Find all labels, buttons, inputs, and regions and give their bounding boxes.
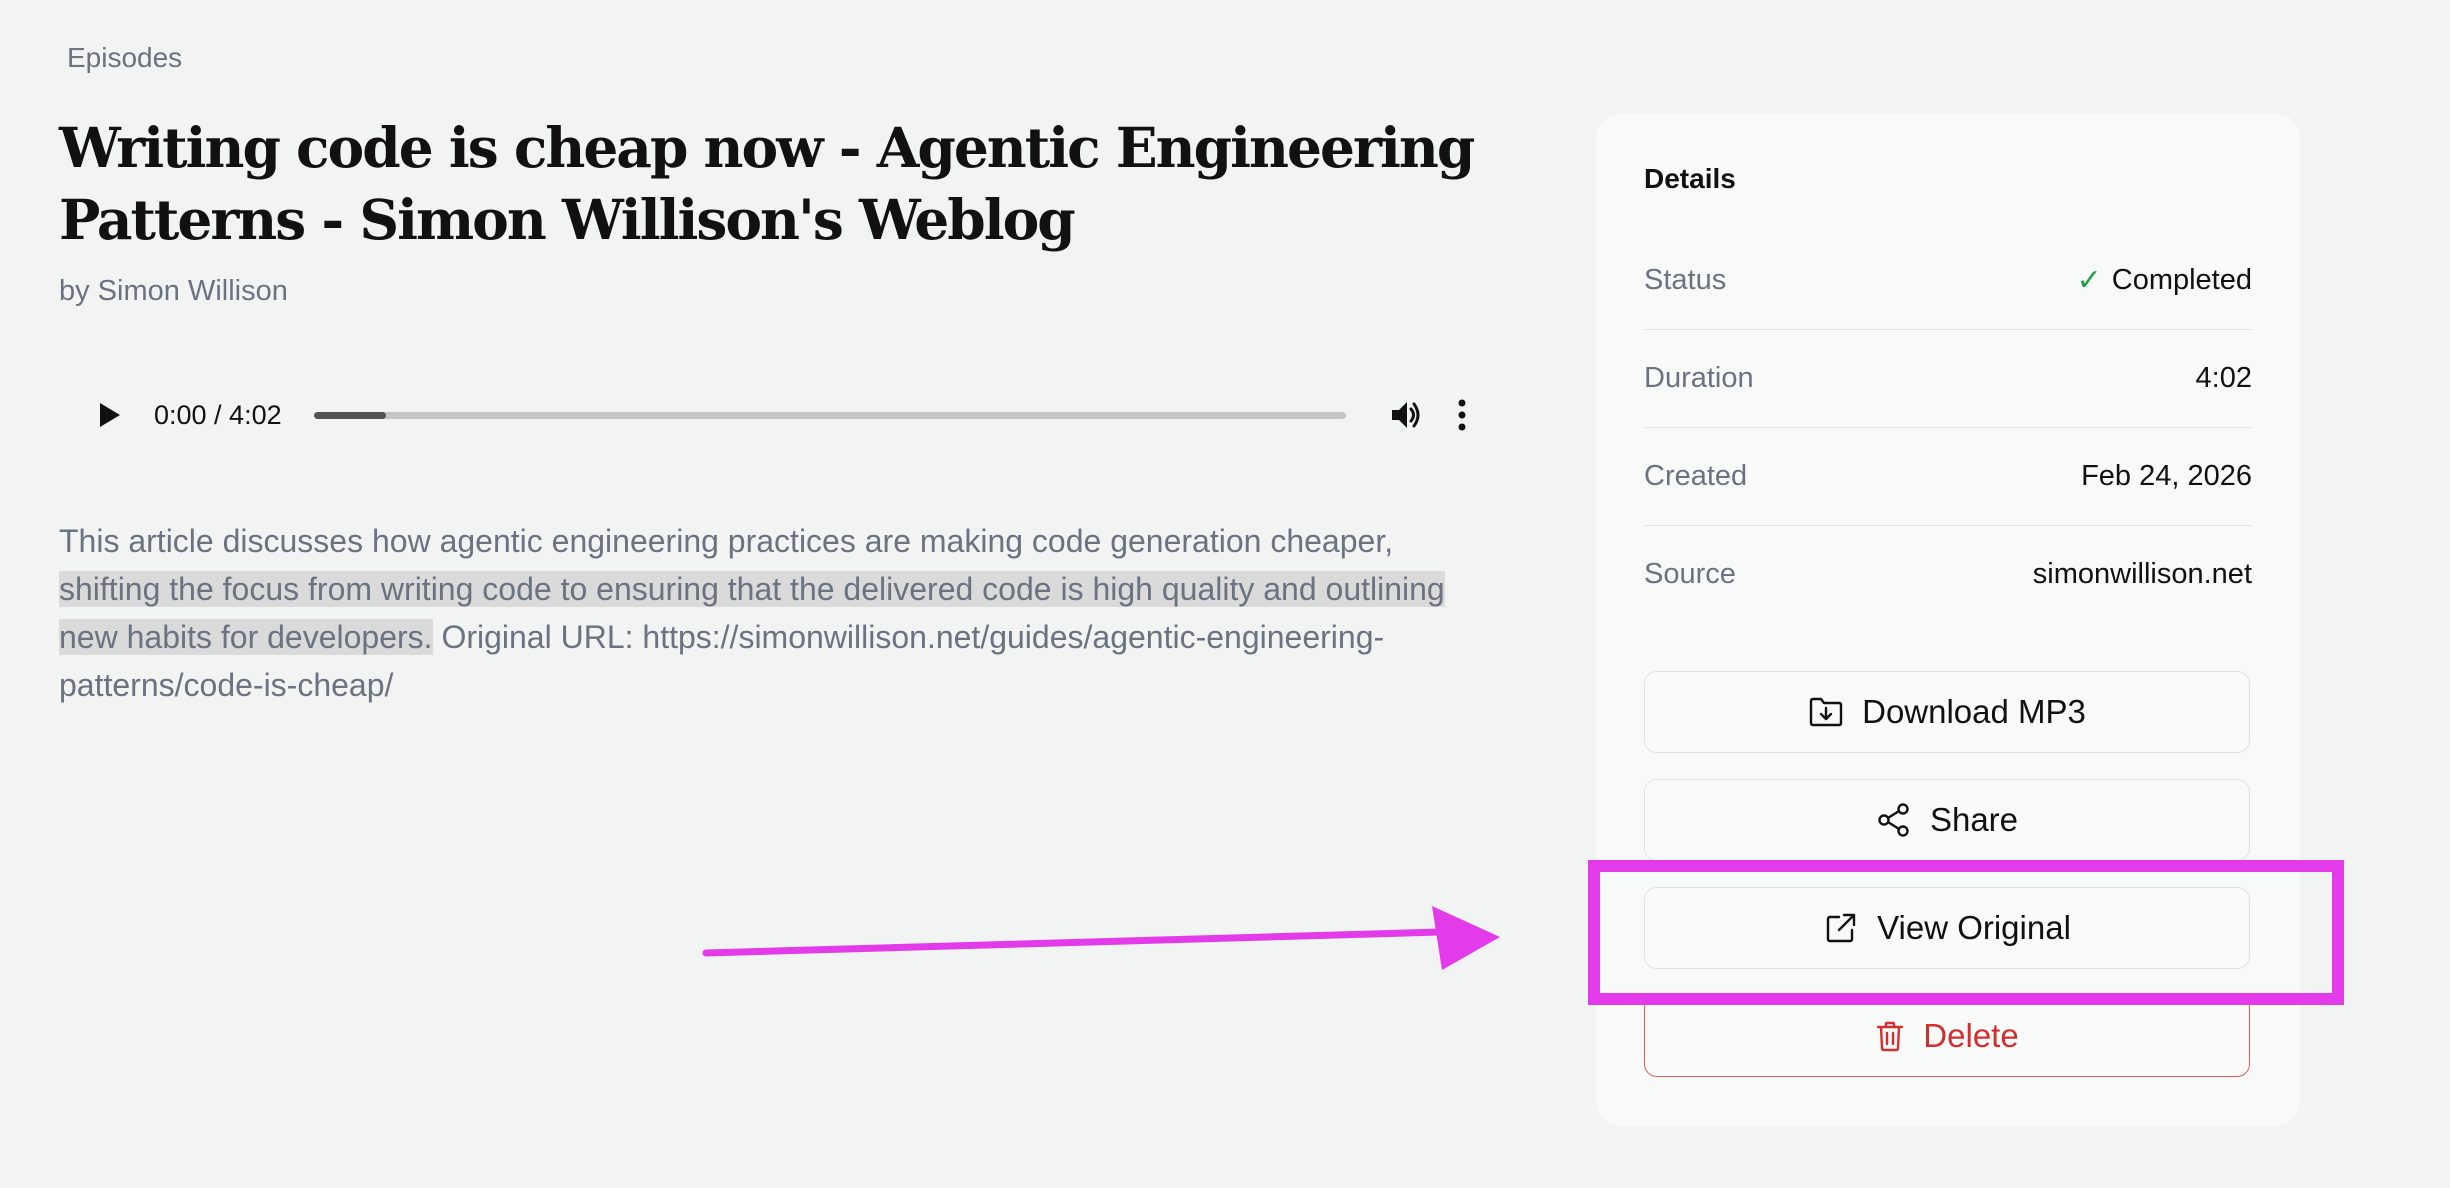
status-value: ✓ Completed [2077,263,2252,298]
delete-button[interactable]: Delete [1644,995,2250,1077]
volume-button[interactable] [1376,385,1436,445]
details-key: Source [1644,557,1736,590]
more-vertical-icon [1458,399,1466,431]
duration-value: 4:02 [2195,361,2252,394]
download-folder-icon [1809,697,1843,727]
audio-player: 0:00 / 4:02 [75,380,1515,450]
view-original-label: View Original [1877,909,2071,946]
volume-icon [1391,402,1420,428]
details-row-status: Status ✓ Completed [1644,231,2252,330]
breadcrumb-episodes[interactable]: Episodes [67,42,182,74]
details-title: Details [1644,163,1736,194]
download-mp3-button[interactable]: Download MP3 [1644,671,2250,753]
created-value: Feb 24, 2026 [2081,459,2252,492]
episode-description: This article discusses how agentic engin… [59,517,1499,709]
time-display: 0:00 / 4:02 [154,399,282,430]
share-icon [1878,803,1909,837]
play-icon [100,403,120,427]
page-title: Writing code is cheap now - Agentic Engi… [59,115,1475,252]
trash-icon [1877,1021,1904,1052]
source-value: simonwillison.net [2032,557,2252,590]
details-key: Created [1644,459,1748,492]
status-text: Completed [2111,263,2252,296]
play-button[interactable] [75,380,145,450]
details-key: Duration [1644,361,1754,394]
details-row-created: Created Feb 24, 2026 [1644,427,2252,526]
view-original-button[interactable]: View Original [1644,887,2250,969]
share-label: Share [1929,801,2019,838]
delete-label: Delete [1923,1017,2019,1054]
download-label: Download MP3 [1862,693,2086,730]
description-text: This article discusses how agentic engin… [59,523,1394,559]
episode-byline: by Simon Willison [59,275,288,307]
seek-bar[interactable] [313,411,1346,419]
details-key: Status [1644,263,1727,296]
details-panel: Details Status ✓ Completed Duration 4:02 … [1596,113,2300,1126]
annotation-arrow-icon [702,906,1500,970]
seek-progress [313,411,386,419]
external-link-icon [1826,913,1856,943]
details-row-duration: Duration 4:02 [1644,329,2252,428]
more-options-button[interactable] [1442,385,1482,445]
details-row-source: Source simonwillison.net [1644,525,2252,623]
share-button[interactable]: Share [1644,779,2250,861]
check-icon: ✓ [2076,263,2102,297]
